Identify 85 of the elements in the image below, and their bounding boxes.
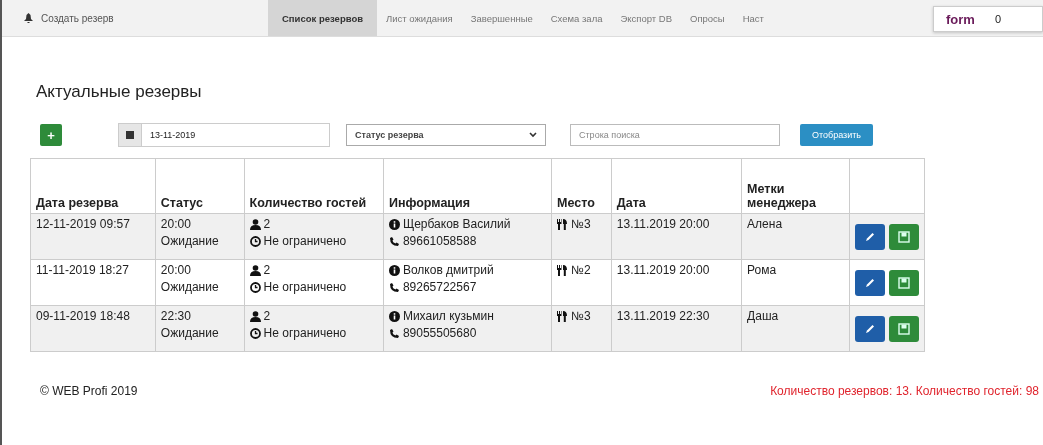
edit-button[interactable] bbox=[855, 269, 885, 296]
duration: Не ограничено bbox=[263, 326, 347, 340]
reserve-status: Ожидание bbox=[160, 234, 220, 248]
pencil-icon bbox=[864, 276, 876, 289]
guest-name: Волков дмитрий bbox=[402, 263, 494, 277]
reserve-status: Ожидание bbox=[160, 280, 220, 294]
duration: Не ограничено bbox=[263, 280, 347, 294]
table-number: №2 bbox=[571, 263, 591, 277]
phone-icon bbox=[388, 327, 400, 339]
reserve-summary: Количество резервов: 13. Количество гостей: 98 bbox=[770, 384, 1039, 398]
phone-number: 89055505680 bbox=[402, 326, 477, 340]
info-icon bbox=[388, 310, 400, 322]
reserve-time: 20:00 bbox=[160, 217, 192, 231]
table-cell: 11-11-2019 18:27 bbox=[36, 263, 129, 277]
table-cell: Даша bbox=[747, 309, 779, 323]
guest-name: Щербаков Василий bbox=[402, 217, 511, 231]
table-number: №3 bbox=[571, 217, 591, 231]
calendar-icon bbox=[126, 131, 134, 139]
table-cell: 12-11-2019 09:57 bbox=[36, 217, 130, 231]
bell-icon bbox=[24, 13, 33, 23]
phone-number: 89661058588 bbox=[402, 234, 477, 248]
guest-count: 2 bbox=[263, 263, 271, 277]
reserve-time: 20:00 bbox=[160, 263, 192, 277]
info-icon bbox=[388, 218, 400, 230]
show-button[interactable]: Отобразить bbox=[800, 124, 874, 146]
nav-tab[interactable]: Наст bbox=[733, 0, 773, 36]
save-button[interactable] bbox=[889, 223, 919, 250]
cutlery-icon bbox=[557, 310, 569, 322]
person-icon bbox=[249, 310, 261, 322]
save-button[interactable] bbox=[889, 315, 919, 342]
copyright: © WEB Profi 2019 bbox=[40, 384, 138, 398]
tooltip-name: form bbox=[946, 11, 975, 27]
info-icon bbox=[388, 264, 400, 276]
cutlery-icon bbox=[557, 218, 569, 230]
nav-tab[interactable]: Экспорт DB bbox=[611, 0, 681, 36]
clock-icon bbox=[249, 327, 261, 339]
nav-tab[interactable]: Лист ожидания bbox=[377, 0, 462, 36]
save-button[interactable] bbox=[889, 269, 919, 296]
person-icon bbox=[249, 264, 261, 276]
table-cell: 13.11.2019 20:00 bbox=[616, 217, 710, 231]
cutlery-icon bbox=[557, 264, 569, 276]
nav-tab[interactable]: Опросы bbox=[681, 0, 734, 36]
table-cell: Рома bbox=[747, 263, 777, 277]
reserve-time: 22:30 bbox=[160, 309, 192, 323]
floppy-icon bbox=[898, 322, 910, 335]
clock-icon bbox=[249, 281, 261, 293]
create-reserve-link[interactable]: Создать резерв bbox=[2, 12, 268, 24]
column-header: Информация bbox=[383, 158, 552, 214]
duration: Не ограничено bbox=[263, 234, 347, 248]
guest-count: 2 bbox=[263, 309, 271, 323]
column-header: Статус bbox=[155, 158, 245, 214]
reserve-status: Ожидание bbox=[160, 326, 220, 340]
search-field[interactable]: Строка поиска bbox=[570, 124, 780, 146]
table-cell: 13.11.2019 22:30 bbox=[616, 309, 710, 323]
column-header: Метки менеджера bbox=[741, 158, 850, 214]
chevron-down-icon bbox=[529, 132, 537, 138]
phone-icon bbox=[388, 235, 400, 247]
page-title: Актуальные резервы bbox=[36, 82, 203, 102]
nav-tab[interactable]: Список резервов bbox=[268, 0, 378, 36]
clock-icon bbox=[249, 235, 261, 247]
table-number: №3 bbox=[571, 309, 591, 323]
phone-icon bbox=[388, 281, 400, 293]
column-header: Количество гостей bbox=[244, 158, 384, 214]
guest-count: 2 bbox=[263, 217, 271, 231]
column-header: Дата bbox=[611, 158, 742, 214]
pencil-icon bbox=[864, 322, 876, 335]
column-header: Место bbox=[551, 158, 612, 214]
table-cell: 09-11-2019 18:48 bbox=[36, 309, 130, 323]
edit-button[interactable] bbox=[855, 315, 885, 342]
guest-name: Михаил кузьмин bbox=[402, 309, 494, 323]
status-select[interactable]: Статус резерва bbox=[346, 124, 546, 146]
person-icon bbox=[249, 218, 261, 230]
edit-button[interactable] bbox=[855, 223, 885, 250]
phone-number: 89265722567 bbox=[402, 280, 477, 294]
table-cell: 13.11.2019 20:00 bbox=[616, 263, 710, 277]
table-cell: Алена bbox=[747, 217, 783, 231]
date-field[interactable]: 13-11-2019 bbox=[118, 123, 330, 147]
nav-tab[interactable]: Схема зала bbox=[541, 0, 612, 36]
add-button[interactable]: + bbox=[40, 124, 62, 146]
pencil-icon bbox=[864, 230, 876, 243]
column-header: Дата резерва bbox=[30, 158, 156, 214]
nav-tab[interactable]: Завершенные bbox=[461, 0, 542, 36]
tooltip-value: 0 bbox=[994, 13, 1001, 25]
floppy-icon bbox=[898, 276, 910, 289]
floppy-icon bbox=[898, 230, 910, 243]
